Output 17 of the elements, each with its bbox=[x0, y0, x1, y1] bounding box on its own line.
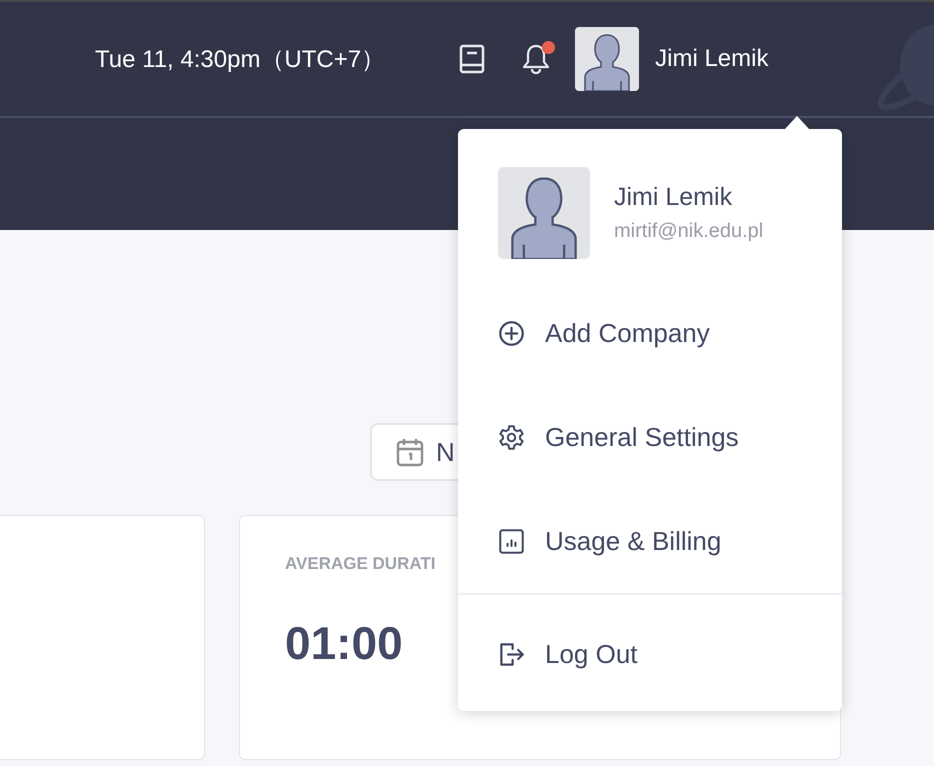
chart-icon bbox=[498, 528, 525, 554]
calendar-icon bbox=[396, 437, 424, 467]
user-name[interactable]: Jimi Lemik bbox=[655, 45, 768, 73]
menu-item[interactable]: Add Company bbox=[458, 281, 842, 385]
logout-icon bbox=[498, 640, 525, 668]
plus-circle-icon bbox=[498, 320, 525, 346]
avatar-icon bbox=[498, 167, 590, 259]
avatar-icon bbox=[575, 27, 640, 91]
settings-icon bbox=[498, 424, 525, 450]
card-value: 01:00 bbox=[285, 616, 403, 670]
book-icon[interactable] bbox=[459, 44, 486, 74]
card-label: AVERAGE DURATI bbox=[285, 554, 436, 574]
bell-icon[interactable] bbox=[521, 42, 552, 76]
profile-name: Jimi Lemik bbox=[614, 183, 734, 212]
menu-item[interactable]: Usage & Billing bbox=[458, 489, 842, 593]
profile-email: mirtif@nik.edu.pl bbox=[614, 220, 764, 243]
date-time: Tue 11, 4:30pm（UTC+7） bbox=[95, 45, 386, 75]
